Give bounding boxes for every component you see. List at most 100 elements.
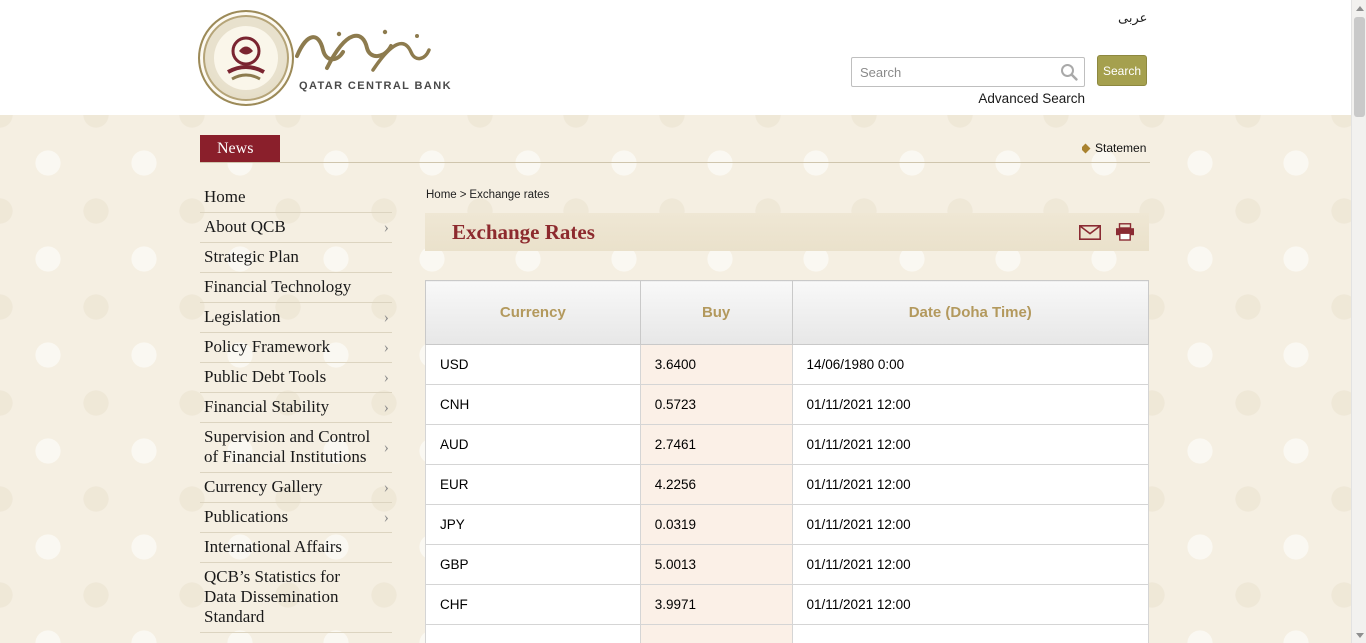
cell-date: 01/11/2021 12:00 [792,585,1148,625]
cell-date: 01/11/2021 12:00 [792,465,1148,505]
cell-currency: JPY [426,505,641,545]
chevron-right-icon: › [384,220,389,236]
table-row-partial [426,625,1149,643]
table-row: EUR 4.2256 01/11/2021 12:00 [426,465,1149,505]
page: عربى QATAR CENTRAL BANK [0,0,1366,643]
sidebar-item-label: Public Debt Tools [204,367,326,386]
sidebar-item-financial-technology[interactable]: Financial Technology [200,273,392,303]
cell-date: 01/11/2021 12:00 [792,385,1148,425]
sidebar-item-label: Financial Stability [204,397,329,416]
table-header-row: Currency Buy Date (Doha Time) [426,281,1149,345]
sidebar-item-legislation[interactable]: Legislation › [200,303,392,333]
table-row: AUD 2.7461 01/11/2021 12:00 [426,425,1149,465]
sidebar-item-supervision[interactable]: Supervision and Control of Financial Ins… [200,423,392,473]
chevron-right-icon: › [384,340,389,356]
news-ticker: Statemen [1082,140,1150,156]
search-box [851,57,1085,87]
search-magnifier-icon[interactable] [1060,63,1078,81]
sidebar-item-label: QCB’s Statistics for Data Dissemination … [204,567,340,626]
cell-buy: 5.0013 [640,545,792,585]
sidebar-item-currency-gallery[interactable]: Currency Gallery › [200,473,392,503]
news-divider [200,162,1150,163]
logo-calligraphy-icon [293,22,433,85]
qcb-logo[interactable]: QATAR CENTRAL BANK [196,8,441,110]
bank-name-text: QATAR CENTRAL BANK [299,80,452,92]
sidebar-item-qcb-statistics[interactable]: QCB’s Statistics for Data Dissemination … [200,563,392,633]
cell-buy: 3.9971 [640,585,792,625]
cell-currency: CHF [426,585,641,625]
cell-currency: USD [426,345,641,385]
sidebar-item-label: About QCB [204,217,286,236]
cell-buy: 0.0319 [640,505,792,545]
qcb-emblem-icon [221,30,271,86]
cell-date: 14/06/1980 0:00 [792,345,1148,385]
email-icon[interactable] [1079,225,1101,240]
cell-date [792,625,1148,643]
cell-date: 01/11/2021 12:00 [792,425,1148,465]
chevron-right-icon: › [384,400,389,416]
sidebar-item-publications[interactable]: Publications › [200,503,392,533]
cell-date: 01/11/2021 12:00 [792,545,1148,585]
page-title: Exchange Rates [452,220,1079,245]
sidebar-item-label: Currency Gallery [204,477,322,496]
chevron-right-icon: › [384,440,389,456]
sidebar-item-about-qcb[interactable]: About QCB › [200,213,392,243]
table-row: GBP 5.0013 01/11/2021 12:00 [426,545,1149,585]
cell-date: 01/11/2021 12:00 [792,505,1148,545]
diamond-bullet-icon [1082,143,1090,153]
arrow-up-icon [1356,6,1364,11]
table-row: JPY 0.0319 01/11/2021 12:00 [426,505,1149,545]
breadcrumb-home-link[interactable]: Home [426,189,457,201]
news-ticker-item[interactable]: Statemen [1095,141,1146,155]
news-section-label: News [200,135,280,163]
arabic-language-link[interactable]: عربى [1118,10,1147,26]
scrollbar-down-button[interactable] [1352,627,1366,643]
cell-buy: 4.2256 [640,465,792,505]
cell-currency: AUD [426,425,641,465]
chevron-right-icon: › [384,480,389,496]
sidebar-item-label: Financial Technology [204,277,351,296]
table-row: USD 3.6400 14/06/1980 0:00 [426,345,1149,385]
sidebar-item-strategic-plan[interactable]: Strategic Plan [200,243,392,273]
sidebar-item-international-affairs[interactable]: International Affairs [200,533,392,563]
sidebar-item-label: Legislation [204,307,280,326]
scrollbar-thumb[interactable] [1354,17,1365,117]
sidebar-item-home[interactable]: Home [200,183,392,213]
sidebar-item-policy-framework[interactable]: Policy Framework › [200,333,392,363]
sidebar-item-label: Policy Framework [204,337,330,356]
scrollbar-up-button[interactable] [1352,0,1366,16]
cell-currency [426,625,641,643]
sidebar-item-financial-stability[interactable]: Financial Stability › [200,393,392,423]
sidebar-item-label: Home [204,187,246,206]
page-title-bar: Exchange Rates [425,213,1149,251]
sidebar-item-label: Strategic Plan [204,247,299,266]
print-icon[interactable] [1115,223,1135,241]
search-button[interactable]: Search [1097,55,1147,86]
sidebar-item-public-debt-tools[interactable]: Public Debt Tools › [200,363,392,393]
cell-buy: 2.7461 [640,425,792,465]
qcb-seal-icon [198,10,294,106]
breadcrumb: Home>Exchange rates [426,189,549,201]
search-input[interactable] [852,59,1060,85]
breadcrumb-separator: > [460,189,467,201]
arrow-down-icon [1356,633,1364,638]
chevron-right-icon: › [384,310,389,326]
table-row: CNH 0.5723 01/11/2021 12:00 [426,385,1149,425]
column-header-buy: Buy [640,281,792,345]
cell-currency: CNH [426,385,641,425]
cell-buy: 3.6400 [640,345,792,385]
vertical-scrollbar [1351,0,1366,643]
cell-currency: EUR [426,465,641,505]
cell-buy: 0.5723 [640,385,792,425]
chevron-right-icon: › [384,370,389,386]
exchange-rates-table: Currency Buy Date (Doha Time) USD 3.6400… [425,280,1149,643]
breadcrumb-current: Exchange rates [469,189,549,201]
chevron-right-icon: › [384,510,389,526]
sidebar-item-label: International Affairs [204,537,342,556]
column-header-currency: Currency [426,281,641,345]
sidebar-item-label: Publications [204,507,288,526]
column-header-date: Date (Doha Time) [792,281,1148,345]
advanced-search-link[interactable]: Advanced Search [973,91,1085,106]
cell-currency: GBP [426,545,641,585]
cell-buy [640,625,792,643]
